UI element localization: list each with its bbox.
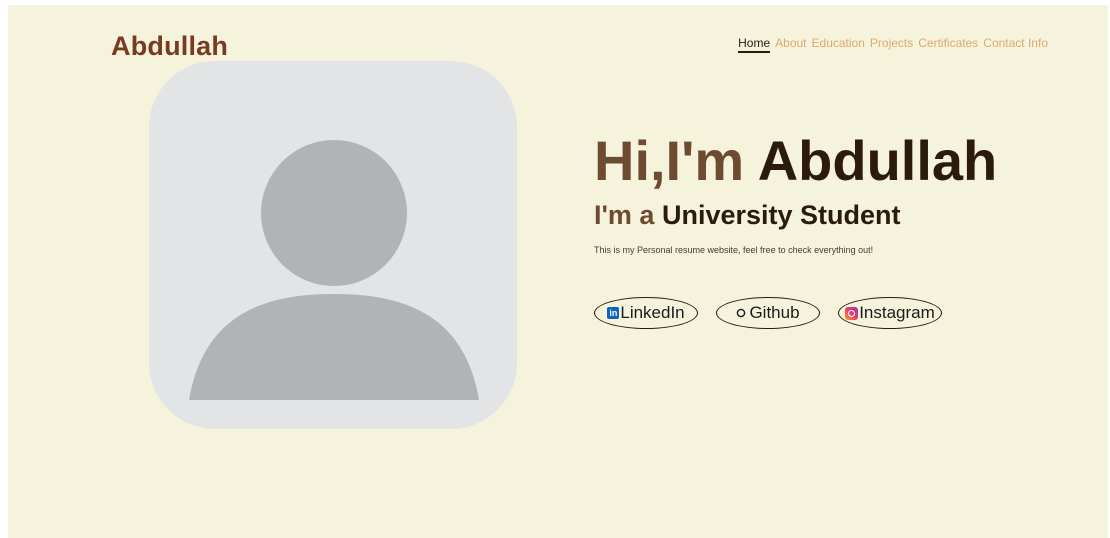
site-logo[interactable]: Abdullah: [111, 31, 228, 62]
role-job: University Student: [661, 200, 901, 230]
instagram-button[interactable]: Instagram: [838, 297, 942, 329]
linkedin-icon: in: [607, 307, 620, 319]
hero-tagline: This is my Personal resume website, feel…: [594, 244, 874, 255]
github-button[interactable]: Github: [716, 297, 820, 329]
linkedin-button[interactable]: in LinkedIn: [594, 297, 698, 329]
nav-about[interactable]: About: [775, 36, 806, 53]
greeting-lead: Hi,I'm: [594, 129, 745, 192]
instagram-label: Instagram: [859, 303, 935, 322]
hero-role: I'm a University Student: [594, 200, 997, 231]
main-nav: Home About Education Projects Certificat…: [738, 36, 1048, 53]
github-icon: [737, 308, 746, 318]
role-lead: I'm a: [594, 200, 655, 230]
linkedin-label: LinkedIn: [620, 303, 685, 322]
nav-contact-info[interactable]: Contact Info: [983, 36, 1048, 53]
hero-section: Hi,I'm Abdullah I'm a University Student…: [594, 133, 997, 255]
nav-home[interactable]: Home: [738, 36, 771, 53]
profile-picture: [149, 61, 517, 429]
greeting-name: Abdullah: [757, 129, 998, 192]
nav-projects[interactable]: Projects: [870, 36, 913, 53]
avatar-head: [261, 140, 407, 286]
page-background: Abdullah Home About Education Projects C…: [8, 5, 1108, 538]
avatar-placeholder-icon: [189, 140, 479, 400]
nav-certificates[interactable]: Certificates: [918, 36, 978, 53]
hero-greeting: Hi,I'm Abdullah: [594, 133, 997, 189]
nav-education[interactable]: Education: [812, 36, 865, 53]
social-links: in LinkedIn Github Instagram: [594, 297, 942, 329]
github-label: Github: [749, 303, 800, 322]
instagram-icon: [845, 306, 859, 320]
avatar-body: [189, 294, 479, 400]
